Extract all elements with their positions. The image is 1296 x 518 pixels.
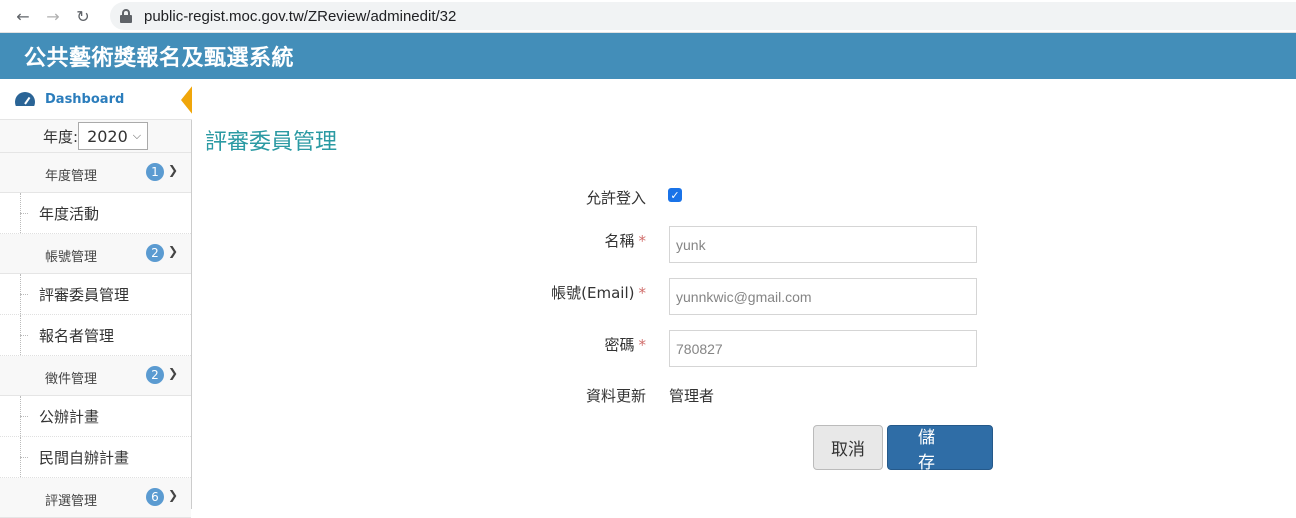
count-badge: 2 <box>146 366 164 384</box>
count-badge: 1 <box>146 163 164 181</box>
year-select[interactable]: 2020 ⌵ <box>78 122 149 150</box>
password-label-text: 密碼 <box>604 336 635 354</box>
sidebar-item-dashboard[interactable]: Dashboard <box>0 79 193 120</box>
sidebar-group-year-management[interactable]: 年度管理 1 ❯ <box>0 153 191 193</box>
back-arrow-icon[interactable]: ← <box>12 5 34 27</box>
sidebar-item-label: 報名者管理 <box>39 326 115 345</box>
reload-icon[interactable]: ↻ <box>72 5 94 27</box>
sidebar-group-label: 年度管理 <box>45 169 98 184</box>
chevron-down-icon: ❯ <box>168 244 179 258</box>
sidebar-item-public-project[interactable]: 公辦計畫 <box>0 396 191 437</box>
email-input[interactable]: yunnkwic@gmail.com <box>669 278 977 315</box>
cancel-button[interactable]: 取消 <box>813 425 883 470</box>
sidebar-item-label: 公辦計畫 <box>39 407 100 426</box>
main-content: 評審委員管理 允許登入 ✓ 名稱 * yunk 帳號(Email) * yunnkw… <box>192 79 1296 509</box>
year-filter: 年度: 2020 ⌵ <box>0 120 191 153</box>
count-badge: 2 <box>146 244 164 262</box>
sidebar: Dashboard 年度: 2020 ⌵ 年度管理 1 ❯ 年度活動 帳號管理 … <box>0 79 193 518</box>
required-mark: * <box>638 336 647 354</box>
sidebar-group-selection-management[interactable]: 評選管理 6 ❯ <box>0 478 191 518</box>
sidebar-item-label: 評審委員管理 <box>39 285 130 304</box>
dashboard-label: Dashboard <box>45 91 125 107</box>
updated-by-label: 資料更新 <box>585 387 646 405</box>
allow-login-checkbox[interactable]: ✓ <box>668 188 682 202</box>
address-bar[interactable]: public-regist.moc.gov.tw/ZReview/admined… <box>110 2 1296 30</box>
count-badge: 6 <box>146 488 164 506</box>
sidebar-item-applicant-management[interactable]: 報名者管理 <box>0 315 191 356</box>
updated-by-value: 管理者 <box>669 387 715 405</box>
required-mark: * <box>638 284 647 302</box>
required-mark: * <box>638 232 647 250</box>
sidebar-item-label: 年度活動 <box>39 204 100 223</box>
sidebar-item-reviewer-management[interactable]: 評審委員管理 <box>0 274 191 315</box>
sidebar-group-label: 評選管理 <box>45 494 98 509</box>
lock-icon[interactable] <box>120 9 132 23</box>
chevron-down-icon: ❯ <box>168 163 179 177</box>
page-title: 評審委員管理 <box>205 130 338 155</box>
chevron-down-icon: ❯ <box>168 366 179 380</box>
name-label-text: 名稱 <box>604 232 635 250</box>
browser-toolbar: ← → ↻ public-regist.moc.gov.tw/ZReview/a… <box>0 0 1296 33</box>
year-select-value: 2020 <box>87 126 128 146</box>
app-title[interactable]: 公共藝術獎報名及甄選系統 <box>24 40 294 72</box>
chevron-down-icon: ⌵ <box>132 129 142 142</box>
password-input[interactable]: 780827 <box>669 330 977 367</box>
name-input[interactable]: yunk <box>669 226 977 263</box>
sidebar-group-label: 帳號管理 <box>45 250 98 265</box>
password-label: 密碼 * <box>446 334 646 355</box>
app-header: 公共藝術獎報名及甄選系統 <box>0 33 1296 79</box>
forward-arrow-icon[interactable]: → <box>42 5 64 27</box>
chevron-down-icon: ❯ <box>168 488 179 502</box>
account-label: 帳號(Email) * <box>446 282 646 303</box>
dashboard-gauge-icon <box>15 92 35 106</box>
sidebar-item-private-project[interactable]: 民間自辦計畫 <box>0 437 191 478</box>
account-label-text: 帳號(Email) <box>551 284 635 302</box>
allow-login-label: 允許登入 <box>585 189 646 207</box>
year-label: 年度: <box>43 127 79 146</box>
sidebar-group-submission-management[interactable]: 徵件管理 2 ❯ <box>0 356 191 396</box>
url-text: public-regist.moc.gov.tw/ZReview/admined… <box>144 7 457 25</box>
sidebar-group-account-management[interactable]: 帳號管理 2 ❯ <box>0 234 191 274</box>
name-label: 名稱 * <box>446 230 646 251</box>
sidebar-item-annual-activity[interactable]: 年度活動 <box>0 193 191 234</box>
sidebar-item-label: 民間自辦計畫 <box>39 448 130 467</box>
save-button[interactable]: 儲存 <box>887 425 993 473</box>
sidebar-group-label: 徵件管理 <box>45 372 98 387</box>
